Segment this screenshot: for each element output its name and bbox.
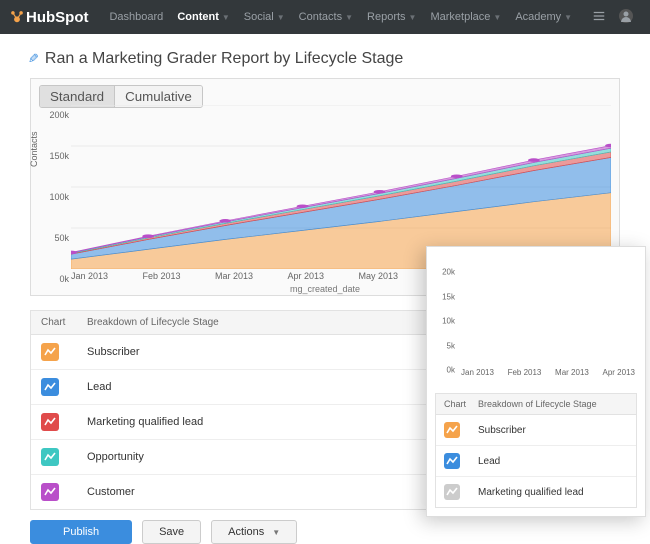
- nav-item-academy[interactable]: Academy▼: [515, 11, 572, 23]
- inset-y-tick: 5k: [447, 341, 455, 350]
- y-tick: 0k: [37, 274, 69, 284]
- inset-x-tick: Feb 2013: [508, 368, 542, 377]
- avatar-icon[interactable]: [618, 8, 634, 27]
- inset-table-row[interactable]: Marketing qualified lead: [436, 477, 636, 507]
- x-tick: Jan 2013: [71, 271, 108, 283]
- inset-row-label: Subscriber: [478, 425, 628, 436]
- nav-item-contacts[interactable]: Contacts▼: [299, 11, 353, 23]
- y-tick: 150k: [37, 151, 69, 161]
- inset-x-tick: Mar 2013: [555, 368, 589, 377]
- nav-item-dashboard[interactable]: Dashboard: [109, 11, 163, 23]
- y-tick: 50k: [37, 233, 69, 243]
- y-axis: 0k50k100k150k200k: [37, 105, 69, 269]
- inset-x-tick: Jan 2013: [461, 368, 494, 377]
- nav-item-social[interactable]: Social▼: [244, 11, 285, 23]
- edit-icon[interactable]: ✎: [28, 51, 39, 67]
- area-chart: [71, 105, 611, 269]
- inset-y-axis: 0k5k10k15k20k: [435, 263, 455, 361]
- title-row: ✎ Ran a Marketing Grader Report by Lifec…: [12, 44, 638, 78]
- series-swatch: [444, 422, 460, 438]
- inset-x-tick: Apr 2013: [603, 368, 635, 377]
- series-swatch: [41, 378, 59, 396]
- save-button[interactable]: Save: [142, 520, 201, 544]
- inset-table-row[interactable]: Lead: [436, 446, 636, 477]
- x-tick: Mar 2013: [215, 271, 253, 283]
- menu-icon[interactable]: [592, 9, 606, 26]
- nav-item-marketplace[interactable]: Marketplace▼: [430, 11, 501, 23]
- nav-item-reports[interactable]: Reports▼: [367, 11, 416, 23]
- series-swatch: [41, 343, 59, 361]
- toggle-cumulative[interactable]: Cumulative: [114, 86, 202, 107]
- series-swatch: [41, 448, 59, 466]
- series-swatch: [444, 484, 460, 500]
- col-chart: Chart: [41, 317, 87, 328]
- inset-table-row[interactable]: Subscriber: [436, 415, 636, 446]
- x-tick: May 2013: [358, 271, 398, 283]
- actions-label: Actions: [228, 526, 264, 538]
- series-swatch: [41, 483, 59, 501]
- x-tick: Feb 2013: [143, 271, 181, 283]
- inset-popup: 0k 5k 10k 15k 20k Jan 2013 Feb 2013 Mar 2013 Ap…: [426, 246, 646, 517]
- top-nav: HubSpot Dashboard Content▼ Social▼ Contacts…: [0, 0, 650, 34]
- chevron-down-icon: ▼: [272, 528, 280, 537]
- inset-x-axis: Jan 2013 Feb 2013 Mar 2013 Apr 2013: [461, 368, 635, 377]
- inset-y-tick: 10k: [442, 317, 455, 326]
- inset-table-header: Chart Breakdown of Lifecycle Stage: [436, 394, 636, 415]
- toggle-standard[interactable]: Standard: [40, 86, 114, 107]
- publish-button[interactable]: Publish: [30, 520, 132, 544]
- inset-bars: [461, 263, 635, 361]
- actions-button[interactable]: Actions ▼: [211, 520, 297, 544]
- page-title: Ran a Marketing Grader Report by Lifecyc…: [45, 50, 403, 68]
- inset-y-tick: 20k: [442, 268, 455, 277]
- nav-item-content[interactable]: Content▼: [177, 11, 229, 23]
- footer-actions: Publish Save Actions ▼: [30, 520, 620, 544]
- brand-logo: HubSpot: [10, 9, 88, 26]
- y-tick: 100k: [37, 192, 69, 202]
- inset-y-tick: 15k: [442, 292, 455, 301]
- x-tick: Apr 2013: [287, 271, 324, 283]
- series-swatch: [41, 413, 59, 431]
- inset-row-label: Marketing qualified lead: [478, 487, 628, 498]
- brand-text: HubSpot: [26, 9, 88, 26]
- x-axis-label: mg_created_date: [290, 284, 360, 294]
- inset-col-chart: Chart: [444, 399, 478, 409]
- y-tick: 200k: [37, 110, 69, 120]
- series-swatch: [444, 453, 460, 469]
- inset-table: Chart Breakdown of Lifecycle Stage Subsc…: [435, 393, 637, 508]
- inset-col-breakdown: Breakdown of Lifecycle Stage: [478, 399, 628, 409]
- inset-y-tick: 0k: [447, 366, 455, 375]
- inset-bar-chart: 0k 5k 10k 15k 20k Jan 2013 Feb 2013 Mar 2013 Ap…: [435, 255, 637, 379]
- inset-row-label: Lead: [478, 456, 628, 467]
